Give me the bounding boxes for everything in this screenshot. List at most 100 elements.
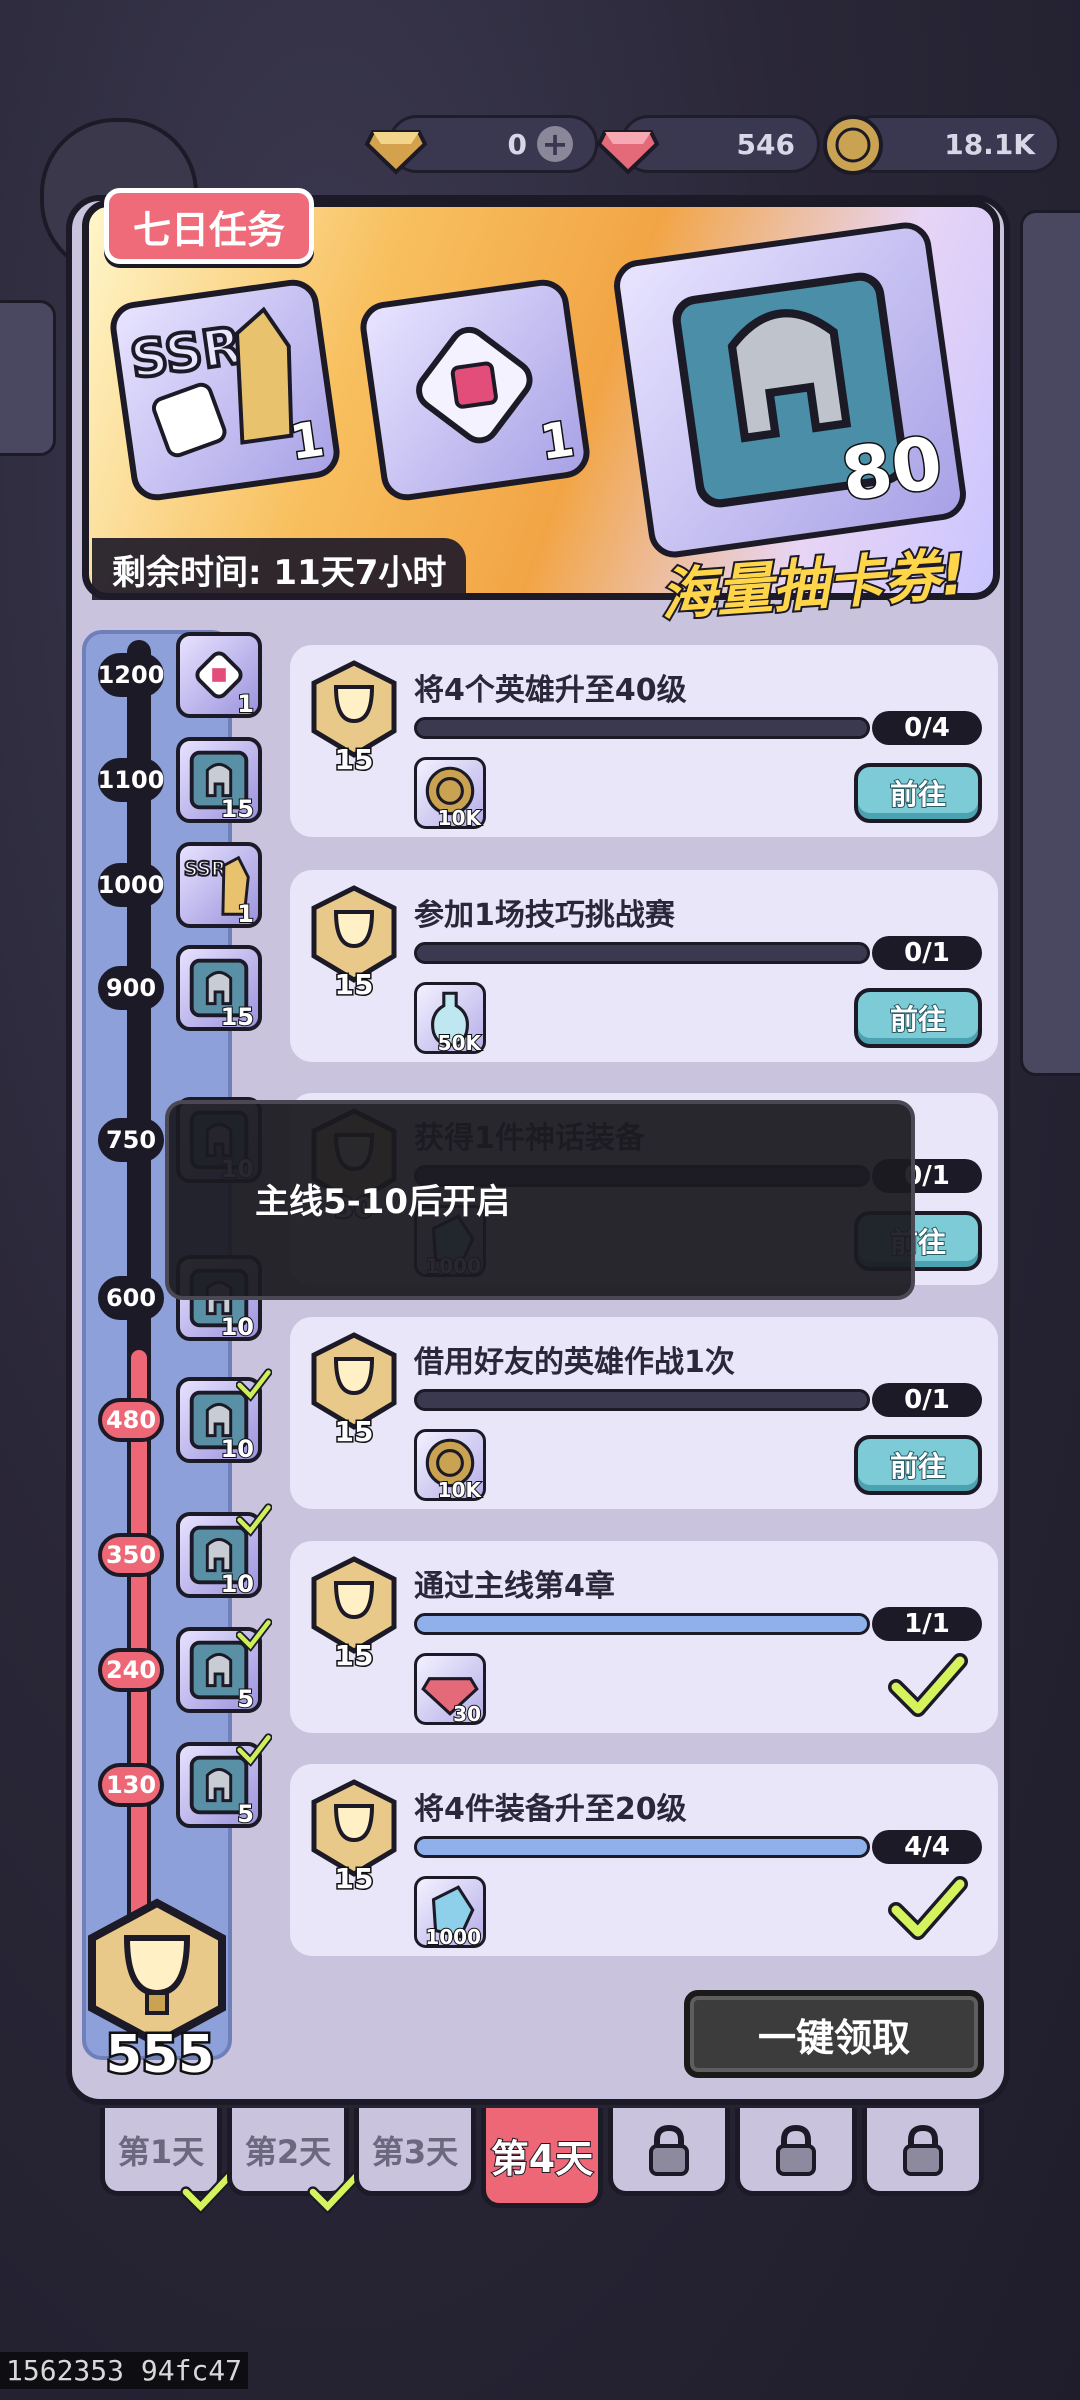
milestone-reward[interactable]: 10 — [176, 1503, 272, 1599]
task-reward[interactable]: 30 — [414, 1653, 486, 1727]
task-reward[interactable]: 10K — [414, 1429, 486, 1503]
task-progress-bar — [414, 717, 870, 739]
day-tab[interactable]: 第3天 — [354, 2108, 476, 2196]
coin-icon — [823, 115, 883, 175]
task-card: 15 借用好友的英雄作战1次 0/1 10K 前往 — [290, 1317, 998, 1509]
day-tab[interactable]: 第4天 — [481, 2108, 603, 2208]
ruby-value: 546 — [736, 127, 795, 161]
milestone-reward[interactable]: 15 — [176, 945, 262, 1032]
task-progress-text: 0/1 — [872, 1383, 982, 1417]
lock-icon — [903, 2124, 943, 2176]
claimed-check-icon — [236, 1368, 272, 1402]
milestone-reward-count: 10 — [220, 1434, 255, 1464]
locked-toast-text: 主线5-10后开启 — [255, 1182, 511, 1222]
lock-icon — [776, 2124, 816, 2176]
task-card: 15 通过主线第4章 1/1 30 — [290, 1541, 998, 1733]
task-title: 将4件装备升至20级 — [414, 1792, 687, 1827]
total-points: 555 — [103, 2023, 217, 2088]
go-button[interactable]: 前往 — [854, 988, 982, 1048]
milestone-reward-count: 10 — [220, 1312, 255, 1342]
milestone-points: 900 — [98, 966, 164, 1010]
task-title: 参加1场技巧挑战赛 — [414, 898, 675, 933]
milestone-reward[interactable]: 5 — [176, 1618, 272, 1714]
milestone-reward-count: 1 — [236, 689, 255, 719]
day-tab[interactable] — [862, 2108, 984, 2196]
ruby-icon — [596, 130, 660, 175]
build-id: 1562353 94fc47 — [0, 2352, 249, 2389]
completed-check-icon — [888, 1653, 968, 1717]
go-button[interactable]: 前往 — [854, 1435, 982, 1495]
claimed-check-icon — [236, 1503, 272, 1537]
banner-reward-1[interactable]: SSR 1 — [107, 276, 343, 504]
claim-all-button[interactable]: 一键领取 — [684, 1990, 984, 2078]
task-reward-amount: 10K — [437, 805, 482, 831]
banner-remaining-time: 剩余时间: 11天7小时 — [92, 538, 467, 600]
banner-title: 七日任务 — [104, 188, 314, 264]
claimed-check-icon — [236, 1733, 272, 1767]
task-reward-amount: 10K — [437, 1477, 482, 1503]
milestone-reward-count: 5 — [236, 1684, 255, 1714]
milestone-reward[interactable]: 1 — [176, 632, 262, 719]
task-progress-text: 0/1 — [872, 936, 982, 970]
task-points: 15 — [333, 1414, 375, 1450]
milestone-reward[interactable]: 5 — [176, 1733, 272, 1829]
currency-gold-gem: 0 + — [364, 115, 598, 175]
coin-value: 18.1K — [944, 127, 1035, 161]
task-points: 15 — [333, 967, 375, 1003]
day-tab[interactable] — [608, 2108, 730, 2196]
task-reward[interactable]: 1000 — [414, 1876, 486, 1950]
currency-coin: 18.1K — [823, 115, 1060, 175]
svg-text:SSR: SSR — [127, 316, 246, 391]
task-reward[interactable]: 10K — [414, 757, 486, 831]
task-progress-text: 4/4 — [872, 1830, 982, 1864]
task-reward-amount: 50K — [437, 1030, 482, 1056]
banner-reward-3-count: 80 — [835, 419, 949, 519]
task-progress-text: 0/4 — [872, 711, 982, 745]
add-gem-icon[interactable]: + — [537, 125, 573, 163]
task-points: 15 — [333, 1638, 375, 1674]
task-progress-bar — [414, 1389, 870, 1411]
side-peek-left — [0, 300, 56, 456]
task-card: 15 参加1场技巧挑战赛 0/1 50K 前往 — [290, 870, 998, 1062]
task-reward-amount: 30 — [452, 1701, 482, 1727]
task-card: 15 将4个英雄升至40级 0/4 10K 前往 — [290, 645, 998, 837]
milestone-points: 130 — [98, 1763, 164, 1807]
task-points: 15 — [333, 1861, 375, 1897]
milestone-points: 480 — [98, 1398, 164, 1442]
milestone-reward[interactable]: 10 — [176, 1368, 272, 1464]
milestone-points: 750 — [98, 1118, 164, 1162]
day-tab[interactable] — [735, 2108, 857, 2196]
task-reward-amount: 1000 — [424, 1924, 482, 1950]
task-progress-bar — [414, 1836, 870, 1858]
milestone-points: 1000 — [98, 863, 164, 907]
milestone-points: 1100 — [98, 758, 164, 802]
milestone-points: 1200 — [98, 653, 164, 697]
task-title: 将4个英雄升至40级 — [414, 673, 687, 708]
banner-reward-2[interactable]: 1 — [357, 276, 593, 504]
milestone-points: 600 — [98, 1276, 164, 1320]
task-progress-text: 1/1 — [872, 1607, 982, 1641]
task-title: 借用好友的英雄作战1次 — [414, 1345, 735, 1380]
task-progress-bar — [414, 942, 870, 964]
gold-gem-value: 0 — [507, 127, 527, 161]
task-points: 15 — [333, 742, 375, 778]
task-card: 15 将4件装备升至20级 4/4 1000 — [290, 1764, 998, 1956]
milestone-reward-count: 15 — [220, 794, 255, 824]
lock-icon — [649, 2124, 689, 2176]
svg-text:SSR: SSR — [184, 857, 226, 880]
currency-ruby: 546 — [596, 115, 820, 175]
milestone-reward-count: 1 — [236, 899, 255, 929]
claimed-check-icon — [236, 1618, 272, 1652]
task-reward[interactable]: 50K — [414, 982, 486, 1056]
banner-reward-3[interactable]: 80 — [610, 219, 970, 561]
milestone-points: 240 — [98, 1648, 164, 1692]
task-progress-bar — [414, 1613, 870, 1635]
go-button[interactable]: 前往 — [854, 763, 982, 823]
milestone-reward-count: 5 — [236, 1799, 255, 1829]
completed-check-icon — [888, 1876, 968, 1940]
milestone-reward[interactable]: 15 — [176, 737, 262, 824]
milestone-points: 350 — [98, 1533, 164, 1577]
milestone-reward-count: 15 — [220, 1002, 255, 1032]
milestone-reward[interactable]: SSR 1 — [176, 842, 262, 929]
milestone-reward-count: 10 — [220, 1569, 255, 1599]
